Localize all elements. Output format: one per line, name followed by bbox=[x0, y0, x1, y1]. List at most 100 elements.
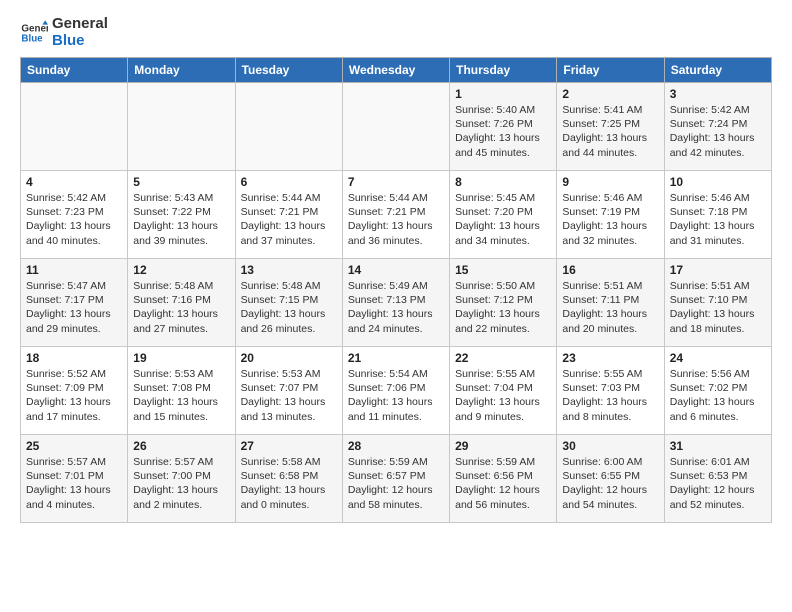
calendar-cell: 30Sunrise: 6:00 AM Sunset: 6:55 PM Dayli… bbox=[557, 435, 664, 523]
calendar-cell bbox=[235, 83, 342, 171]
day-number: 8 bbox=[455, 175, 551, 189]
calendar-cell: 28Sunrise: 5:59 AM Sunset: 6:57 PM Dayli… bbox=[342, 435, 449, 523]
day-info: Sunrise: 5:44 AM Sunset: 7:21 PM Dayligh… bbox=[241, 191, 337, 248]
calendar-cell: 20 Sunrise: 5:53 AM Sunset: 7:07 PM Dayli… bbox=[235, 347, 342, 435]
day-info: Sunrise: 5:42 AM Sunset: 7:23 PM Dayligh… bbox=[26, 191, 122, 248]
day-number: 12 bbox=[133, 263, 229, 277]
day-number: 27 bbox=[241, 439, 337, 453]
day-info: Sunrise: 5:42 AM Sunset: 7:24 PM Dayligh… bbox=[670, 103, 766, 160]
day-info: Sunrise: 5:59 AM Sunset: 6:57 PM Dayligh… bbox=[348, 455, 444, 512]
calendar-cell: 12 Sunrise: 5:48 AM Sunset: 7:16 PM Dayli… bbox=[128, 259, 235, 347]
calendar-cell bbox=[342, 83, 449, 171]
calendar-cell bbox=[21, 83, 128, 171]
calendar-cell: 25Sunrise: 5:57 AM Sunset: 7:01 PM Dayli… bbox=[21, 435, 128, 523]
calendar-cell: 24 Sunrise: 5:56 AM Sunset: 7:02 PM Dayli… bbox=[664, 347, 771, 435]
day-info: Sunrise: 5:52 AM Sunset: 7:09 PM Dayligh… bbox=[26, 367, 122, 424]
day-number: 6 bbox=[241, 175, 337, 189]
day-info: Sunrise: 5:47 AM Sunset: 7:17 PM Dayligh… bbox=[26, 279, 122, 336]
calendar-cell: 18Sunrise: 5:52 AM Sunset: 7:09 PM Dayli… bbox=[21, 347, 128, 435]
calendar-cell: 9Sunrise: 5:46 AM Sunset: 7:19 PM Daylig… bbox=[557, 171, 664, 259]
day-number: 21 bbox=[348, 351, 444, 365]
day-info: Sunrise: 5:55 AM Sunset: 7:04 PM Dayligh… bbox=[455, 367, 551, 424]
day-number: 7 bbox=[348, 175, 444, 189]
day-number: 14 bbox=[348, 263, 444, 277]
calendar-cell: 23Sunrise: 5:55 AM Sunset: 7:03 PM Dayli… bbox=[557, 347, 664, 435]
calendar-cell: 29 Sunrise: 5:59 AM Sunset: 6:56 PM Dayli… bbox=[450, 435, 557, 523]
calendar-table: SundayMondayTuesdayWednesdayThursdayFrid… bbox=[20, 57, 772, 523]
day-number: 4 bbox=[26, 175, 122, 189]
calendar-cell: 6 Sunrise: 5:44 AM Sunset: 7:21 PM Daylig… bbox=[235, 171, 342, 259]
weekday-header-thursday: Thursday bbox=[450, 58, 557, 83]
weekday-header-tuesday: Tuesday bbox=[235, 58, 342, 83]
calendar-cell: 26 Sunrise: 5:57 AM Sunset: 7:00 PM Dayli… bbox=[128, 435, 235, 523]
calendar-cell: 31 Sunrise: 6:01 AM Sunset: 6:53 PM Dayli… bbox=[664, 435, 771, 523]
weekday-header-friday: Friday bbox=[557, 58, 664, 83]
calendar-cell: 10 Sunrise: 5:46 AM Sunset: 7:18 PM Dayli… bbox=[664, 171, 771, 259]
day-info: Sunrise: 5:45 AM Sunset: 7:20 PM Dayligh… bbox=[455, 191, 551, 248]
day-number: 3 bbox=[670, 87, 766, 101]
calendar-cell: 16 Sunrise: 5:51 AM Sunset: 7:11 PM Dayli… bbox=[557, 259, 664, 347]
day-number: 29 bbox=[455, 439, 551, 453]
weekday-header-sunday: Sunday bbox=[21, 58, 128, 83]
calendar-cell: 7 Sunrise: 5:44 AM Sunset: 7:21 PM Daylig… bbox=[342, 171, 449, 259]
day-info: Sunrise: 5:58 AM Sunset: 6:58 PM Dayligh… bbox=[241, 455, 337, 512]
day-info: Sunrise: 5:54 AM Sunset: 7:06 PM Dayligh… bbox=[348, 367, 444, 424]
day-info: Sunrise: 6:00 AM Sunset: 6:55 PM Dayligh… bbox=[562, 455, 658, 512]
day-info: Sunrise: 5:59 AM Sunset: 6:56 PM Dayligh… bbox=[455, 455, 551, 512]
day-number: 10 bbox=[670, 175, 766, 189]
weekday-header-monday: Monday bbox=[128, 58, 235, 83]
calendar-cell: 1 Sunrise: 5:40 AM Sunset: 7:26 PM Daylig… bbox=[450, 83, 557, 171]
day-info: Sunrise: 6:01 AM Sunset: 6:53 PM Dayligh… bbox=[670, 455, 766, 512]
day-number: 24 bbox=[670, 351, 766, 365]
day-info: Sunrise: 5:46 AM Sunset: 7:19 PM Dayligh… bbox=[562, 191, 658, 248]
calendar-cell: 27 Sunrise: 5:58 AM Sunset: 6:58 PM Dayli… bbox=[235, 435, 342, 523]
calendar-week-2: 4 Sunrise: 5:42 AM Sunset: 7:23 PM Daylig… bbox=[21, 171, 772, 259]
day-info: Sunrise: 5:40 AM Sunset: 7:26 PM Dayligh… bbox=[455, 103, 551, 160]
calendar-cell: 2 Sunrise: 5:41 AM Sunset: 7:25 PM Daylig… bbox=[557, 83, 664, 171]
calendar-cell: 17 Sunrise: 5:51 AM Sunset: 7:10 PM Dayli… bbox=[664, 259, 771, 347]
calendar-cell: 22 Sunrise: 5:55 AM Sunset: 7:04 PM Dayli… bbox=[450, 347, 557, 435]
day-info: Sunrise: 5:50 AM Sunset: 7:12 PM Dayligh… bbox=[455, 279, 551, 336]
day-info: Sunrise: 5:51 AM Sunset: 7:11 PM Dayligh… bbox=[562, 279, 658, 336]
day-info: Sunrise: 5:57 AM Sunset: 7:01 PM Dayligh… bbox=[26, 455, 122, 512]
day-number: 22 bbox=[455, 351, 551, 365]
day-info: Sunrise: 5:53 AM Sunset: 7:08 PM Dayligh… bbox=[133, 367, 229, 424]
day-number: 15 bbox=[455, 263, 551, 277]
day-info: Sunrise: 5:53 AM Sunset: 7:07 PM Dayligh… bbox=[241, 367, 337, 424]
day-number: 1 bbox=[455, 87, 551, 101]
day-number: 2 bbox=[562, 87, 658, 101]
calendar-week-4: 18Sunrise: 5:52 AM Sunset: 7:09 PM Dayli… bbox=[21, 347, 772, 435]
day-info: Sunrise: 5:57 AM Sunset: 7:00 PM Dayligh… bbox=[133, 455, 229, 512]
day-number: 20 bbox=[241, 351, 337, 365]
logo-blue: Blue bbox=[52, 33, 108, 50]
calendar-cell: 21 Sunrise: 5:54 AM Sunset: 7:06 PM Dayli… bbox=[342, 347, 449, 435]
day-info: Sunrise: 5:48 AM Sunset: 7:15 PM Dayligh… bbox=[241, 279, 337, 336]
calendar-cell: 19Sunrise: 5:53 AM Sunset: 7:08 PM Dayli… bbox=[128, 347, 235, 435]
svg-text:Blue: Blue bbox=[21, 33, 43, 44]
day-number: 13 bbox=[241, 263, 337, 277]
day-number: 17 bbox=[670, 263, 766, 277]
logo-icon: General Blue bbox=[20, 19, 48, 47]
day-info: Sunrise: 5:44 AM Sunset: 7:21 PM Dayligh… bbox=[348, 191, 444, 248]
weekday-header-saturday: Saturday bbox=[664, 58, 771, 83]
day-number: 26 bbox=[133, 439, 229, 453]
calendar-week-1: 1 Sunrise: 5:40 AM Sunset: 7:26 PM Daylig… bbox=[21, 83, 772, 171]
day-info: Sunrise: 5:51 AM Sunset: 7:10 PM Dayligh… bbox=[670, 279, 766, 336]
calendar-cell: 4 Sunrise: 5:42 AM Sunset: 7:23 PM Daylig… bbox=[21, 171, 128, 259]
logo: General Blue General Blue bbox=[20, 16, 108, 49]
day-number: 31 bbox=[670, 439, 766, 453]
calendar-week-3: 11 Sunrise: 5:47 AM Sunset: 7:17 PM Dayli… bbox=[21, 259, 772, 347]
day-info: Sunrise: 5:56 AM Sunset: 7:02 PM Dayligh… bbox=[670, 367, 766, 424]
logo-general: General bbox=[52, 16, 108, 33]
day-info: Sunrise: 5:46 AM Sunset: 7:18 PM Dayligh… bbox=[670, 191, 766, 248]
calendar-cell: 13 Sunrise: 5:48 AM Sunset: 7:15 PM Dayli… bbox=[235, 259, 342, 347]
day-number: 11 bbox=[26, 263, 122, 277]
day-number: 23 bbox=[562, 351, 658, 365]
day-info: Sunrise: 5:48 AM Sunset: 7:16 PM Dayligh… bbox=[133, 279, 229, 336]
day-info: Sunrise: 5:43 AM Sunset: 7:22 PM Dayligh… bbox=[133, 191, 229, 248]
day-number: 16 bbox=[562, 263, 658, 277]
day-info: Sunrise: 5:41 AM Sunset: 7:25 PM Dayligh… bbox=[562, 103, 658, 160]
calendar-cell: 8 Sunrise: 5:45 AM Sunset: 7:20 PM Daylig… bbox=[450, 171, 557, 259]
weekday-header-wednesday: Wednesday bbox=[342, 58, 449, 83]
day-number: 5 bbox=[133, 175, 229, 189]
